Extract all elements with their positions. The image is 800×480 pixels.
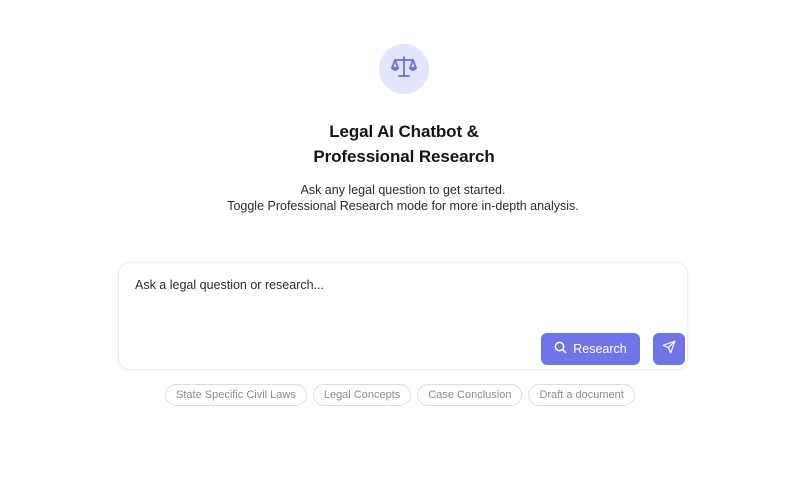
research-button[interactable]: Research: [541, 333, 640, 365]
send-button[interactable]: [653, 333, 685, 365]
title-line-2: Professional Research: [313, 147, 495, 166]
send-icon: [662, 340, 676, 359]
suggestion-chip-draft-document[interactable]: Draft a document: [528, 384, 635, 406]
page-subtitle: Ask any legal question to get started. T…: [0, 182, 800, 214]
search-icon: [554, 341, 567, 357]
title-line-1: Legal AI Chatbot &: [329, 122, 479, 141]
suggestion-chip-state-civil-laws[interactable]: State Specific Civil Laws: [165, 384, 307, 406]
subtitle-line-1: Ask any legal question to get started.: [300, 183, 506, 197]
legal-chatbot-page: Legal AI Chatbot & Professional Research…: [0, 0, 800, 480]
suggestion-chips: State Specific Civil Laws Legal Concepts…: [165, 384, 635, 406]
research-button-label: Research: [573, 342, 627, 356]
app-logo: [379, 44, 429, 94]
suggestion-chip-case-conclusion[interactable]: Case Conclusion: [417, 384, 523, 406]
suggestion-chip-legal-concepts[interactable]: Legal Concepts: [312, 384, 412, 406]
scales-of-justice-icon: [390, 54, 418, 85]
question-input[interactable]: [135, 273, 655, 297]
page-title: Legal AI Chatbot & Professional Research: [0, 119, 800, 169]
question-composer: Research: [118, 262, 688, 370]
subtitle-line-2: Toggle Professional Research mode for mo…: [227, 199, 579, 213]
